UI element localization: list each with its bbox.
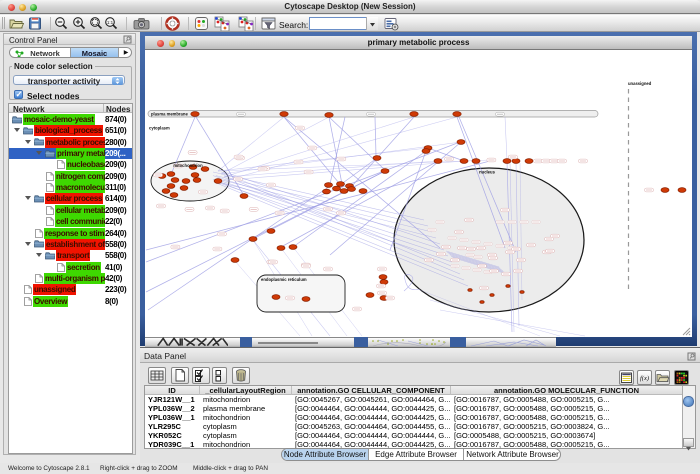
svg-text:mitochondrion: mitochondrion <box>173 163 203 168</box>
svg-text:f(x): f(x) <box>640 375 649 382</box>
svg-text:cytoplasm: cytoplasm <box>149 126 170 131</box>
svg-text:nucleus: nucleus <box>479 170 495 175</box>
svg-text:unassigned: unassigned <box>628 81 652 86</box>
svg-text:1:1: 1:1 <box>107 20 114 25</box>
svg-text:endoplasmic reticulum: endoplasmic reticulum <box>261 277 307 282</box>
svg-text:plasma membrane: plasma membrane <box>151 112 188 117</box>
